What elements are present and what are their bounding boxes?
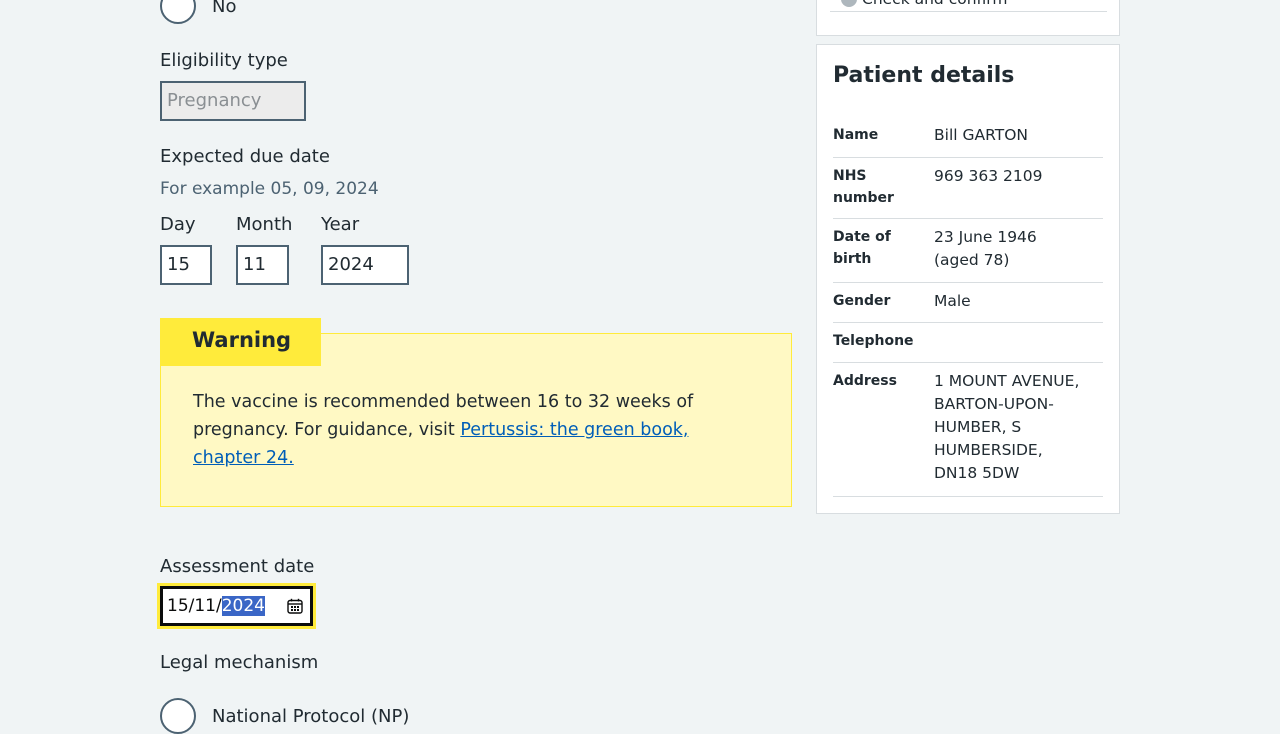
warning-heading: Warning xyxy=(160,318,321,366)
patient-details-title: Patient details xyxy=(833,63,1015,88)
patient-nhs-number-value: 969 363 2109 xyxy=(934,167,1043,185)
month-input[interactable]: 11 xyxy=(236,245,289,285)
legal-mechanism-label: Legal mechanism xyxy=(160,652,319,673)
patient-row-key: Address xyxy=(833,373,897,389)
day-input[interactable]: 15 xyxy=(160,245,212,285)
day-label: Day xyxy=(160,214,196,235)
patient-row-key: Gender xyxy=(833,293,891,309)
due-date-label: Expected due date xyxy=(160,146,330,167)
assessment-date-input[interactable]: 15/11/2024 xyxy=(160,586,313,626)
eligibility-type-label: Eligibility type xyxy=(160,50,288,71)
assessment-date-prefix: 15/11/ xyxy=(167,596,222,616)
assessment-date-selected-year: 2024 xyxy=(221,596,265,616)
patient-gender-value: Male xyxy=(934,292,971,310)
radio-no-label: No xyxy=(212,0,237,17)
radio-no[interactable] xyxy=(160,0,196,24)
task-status-icon xyxy=(841,0,857,7)
task-list-panel: Check and confirm xyxy=(816,0,1120,36)
eligibility-type-field: Pregnancy xyxy=(160,81,306,121)
task-item-check-confirm[interactable]: Check and confirm xyxy=(862,0,1008,11)
year-label: Year xyxy=(321,214,360,235)
patient-row-key: Date of birth xyxy=(833,229,891,267)
patient-row-divider xyxy=(833,322,1103,323)
radio-national-protocol[interactable] xyxy=(160,698,196,734)
year-input[interactable]: 2024 xyxy=(321,245,409,285)
calendar-icon[interactable] xyxy=(287,598,303,614)
month-label: Month xyxy=(236,214,293,235)
patient-row-divider xyxy=(833,282,1103,283)
due-date-hint: For example 05, 09, 2024 xyxy=(160,179,379,199)
patient-name-value: Bill GARTON xyxy=(934,126,1028,144)
patient-details-panel: Patient details Name Bill GARTON NHS num… xyxy=(816,44,1120,514)
radio-national-protocol-label: National Protocol (NP) xyxy=(212,706,410,727)
patient-row-key: NHS number xyxy=(833,168,894,206)
patient-dob-value: 23 June 1946 (aged 78) xyxy=(934,228,1037,269)
patient-address-value: 1 MOUNT AVENUE, BARTON-UPON-HUMBER, S HU… xyxy=(934,372,1080,482)
patient-row-divider xyxy=(833,362,1103,363)
patient-row-key: Telephone xyxy=(833,333,914,349)
patient-row-key: Name xyxy=(833,127,879,143)
patient-row-divider xyxy=(833,496,1103,497)
assessment-date-label: Assessment date xyxy=(160,556,315,577)
task-divider xyxy=(830,11,1107,12)
warning-text: The vaccine is recommended between 16 to… xyxy=(193,388,753,472)
patient-row-divider xyxy=(833,157,1103,158)
patient-row-divider xyxy=(833,218,1103,219)
assessment-date-focus-ring: 15/11/2024 xyxy=(157,583,316,629)
